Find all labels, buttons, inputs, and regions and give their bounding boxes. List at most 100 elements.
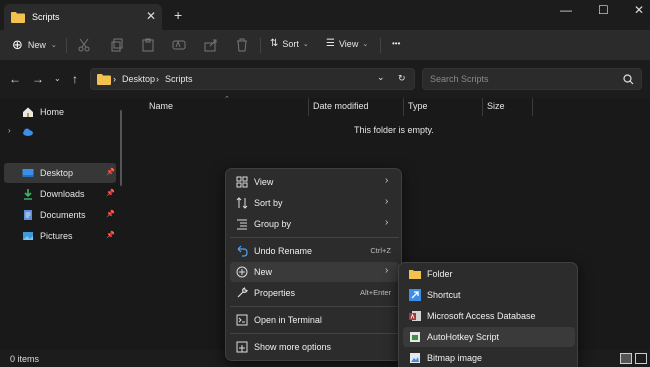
shortcut-icon bbox=[409, 289, 421, 301]
breadcrumb-desktop[interactable]: Desktop bbox=[122, 74, 155, 84]
view-button[interactable]: ☰ View ⌄ bbox=[326, 38, 368, 49]
menu-item-label: New bbox=[254, 267, 273, 277]
menu-item-label: Properties bbox=[254, 288, 296, 298]
sidebar-item-onedrive[interactable]: › bbox=[4, 122, 116, 142]
column-divider[interactable] bbox=[403, 98, 404, 116]
sidebar-item-documents[interactable]: Documents 📌 bbox=[4, 205, 116, 225]
submenu-item-bitmap-image[interactable]: Bitmap image bbox=[403, 348, 575, 367]
column-divider[interactable] bbox=[532, 98, 533, 116]
chevron-down-icon: ⌄ bbox=[50, 42, 57, 49]
navigation-pane: Home › Desktop 📌 Downloads 📌 Documents 📌… bbox=[0, 98, 126, 350]
pin-icon: 📌 bbox=[106, 169, 115, 176]
new-tab-button[interactable]: + bbox=[174, 7, 182, 23]
sidebar-item-pictures[interactable]: Pictures 📌 bbox=[4, 226, 116, 246]
details-view-toggle[interactable] bbox=[620, 353, 632, 364]
sidebar-item-downloads[interactable]: Downloads 📌 bbox=[4, 184, 116, 204]
divider bbox=[380, 38, 381, 53]
cut-icon[interactable] bbox=[77, 38, 91, 52]
menu-item-new[interactable]: New › bbox=[230, 262, 399, 282]
sidebar-item-label: Home bbox=[40, 107, 65, 117]
menu-item-undo-rename[interactable]: Undo Rename Ctrl+Z bbox=[230, 241, 399, 261]
tab-close-icon[interactable]: ✕ bbox=[146, 9, 156, 23]
documents-icon bbox=[24, 210, 32, 220]
menu-item-label: Microsoft Access Database bbox=[427, 311, 536, 321]
forward-button[interactable]: → bbox=[32, 72, 44, 86]
new-button[interactable]: ⊕ New ⌄ bbox=[12, 37, 57, 53]
recent-dropdown-icon[interactable]: ⌄ bbox=[54, 74, 61, 83]
address-dropdown-icon[interactable]: ⌄ bbox=[377, 72, 385, 83]
maximize-button[interactable]: ☐ bbox=[598, 3, 609, 17]
access-icon bbox=[409, 311, 421, 321]
sidebar-item-home[interactable]: Home bbox=[4, 102, 116, 122]
menu-item-group-by[interactable]: Group by › bbox=[230, 214, 399, 234]
home-icon bbox=[23, 107, 33, 117]
submenu-item-folder[interactable]: Folder bbox=[403, 264, 575, 284]
tiles-view-toggle[interactable] bbox=[635, 353, 647, 364]
chevron-down-icon: ⌄ bbox=[362, 40, 369, 48]
rename-icon[interactable] bbox=[172, 38, 186, 52]
sort-button[interactable]: ⇅ Sort ⌄ bbox=[270, 38, 309, 49]
submenu-item-autohotkey-script[interactable]: AutoHotkey Script bbox=[403, 327, 575, 347]
plus-icon: ⊕ bbox=[12, 37, 23, 52]
share-icon[interactable] bbox=[204, 38, 218, 52]
up-button[interactable]: ↑ bbox=[72, 72, 78, 86]
sort-indicator-icon: ⌃ bbox=[224, 96, 230, 103]
menu-item-properties[interactable]: Properties Alt+Enter bbox=[230, 283, 399, 303]
downloads-icon bbox=[24, 189, 32, 200]
column-header-name[interactable]: Name bbox=[149, 101, 173, 111]
undo-icon bbox=[237, 245, 248, 257]
column-header-size[interactable]: Size bbox=[487, 101, 505, 111]
more-options-button[interactable]: ••• bbox=[392, 39, 400, 48]
column-header-date-modified[interactable]: Date modified bbox=[313, 101, 369, 111]
pin-icon: 📌 bbox=[106, 232, 115, 239]
shortcut-text: Ctrl+Z bbox=[370, 246, 391, 255]
divider bbox=[260, 38, 261, 53]
tab-scripts[interactable]: Scripts ✕ bbox=[4, 4, 162, 30]
breadcrumb-scripts[interactable]: Scripts bbox=[165, 74, 193, 84]
submenu-item-access-database[interactable]: Microsoft Access Database bbox=[403, 306, 575, 326]
item-count: 0 items bbox=[10, 354, 40, 364]
copy-icon[interactable] bbox=[110, 38, 124, 52]
delete-icon[interactable] bbox=[235, 38, 249, 52]
paste-icon[interactable] bbox=[141, 38, 155, 52]
divider bbox=[66, 38, 67, 53]
column-header-type[interactable]: Type bbox=[408, 101, 428, 111]
menu-item-label: Sort by bbox=[254, 198, 283, 208]
sidebar-item-label: Desktop bbox=[40, 168, 74, 178]
chevron-right-icon: › bbox=[385, 175, 389, 186]
search-input[interactable]: Search Scripts bbox=[422, 68, 642, 90]
menu-item-view[interactable]: View › bbox=[230, 172, 399, 192]
terminal-icon bbox=[236, 314, 248, 326]
empty-folder-message: This folder is empty. bbox=[354, 125, 434, 135]
close-button[interactable]: ✕ bbox=[634, 3, 644, 17]
desktop-icon bbox=[22, 169, 34, 177]
column-divider[interactable] bbox=[308, 98, 309, 116]
sidebar-item-label: Documents bbox=[40, 210, 86, 220]
sidebar-scrollbar[interactable] bbox=[120, 110, 122, 186]
pin-icon: 📌 bbox=[106, 190, 115, 197]
new-icon bbox=[236, 266, 248, 278]
chevron-right-icon[interactable]: › bbox=[8, 126, 11, 135]
chevron-down-icon: ⌄ bbox=[302, 40, 309, 48]
menu-divider bbox=[230, 333, 399, 334]
menu-item-open-in-terminal[interactable]: Open in Terminal bbox=[230, 310, 399, 330]
menu-item-label: Show more options bbox=[254, 342, 332, 352]
column-divider[interactable] bbox=[482, 98, 483, 116]
sidebar-item-desktop[interactable]: Desktop 📌 bbox=[4, 163, 116, 183]
chevron-right-icon: › bbox=[385, 196, 389, 207]
search-icon bbox=[623, 74, 634, 85]
menu-item-show-more-options[interactable]: Show more options bbox=[230, 337, 399, 357]
back-button[interactable]: ← bbox=[9, 72, 21, 86]
shortcut-text: Alt+Enter bbox=[359, 288, 391, 297]
group-icon bbox=[237, 219, 247, 230]
menu-item-label: Undo Rename bbox=[254, 246, 313, 256]
submenu-item-shortcut[interactable]: Shortcut bbox=[403, 285, 575, 305]
menu-item-sort-by[interactable]: Sort by › bbox=[230, 193, 399, 213]
minimize-button[interactable]: — bbox=[560, 3, 572, 17]
address-bar[interactable]: › Desktop › Scripts ⌄ ↻ bbox=[90, 68, 415, 90]
menu-item-label: Bitmap image bbox=[427, 353, 483, 363]
view-label: View bbox=[338, 38, 359, 49]
title-bar: Scripts ✕ + — ☐ ✕ bbox=[0, 0, 650, 30]
refresh-icon[interactable]: ↻ bbox=[398, 73, 406, 84]
breadcrumb-separator: › bbox=[113, 74, 116, 84]
